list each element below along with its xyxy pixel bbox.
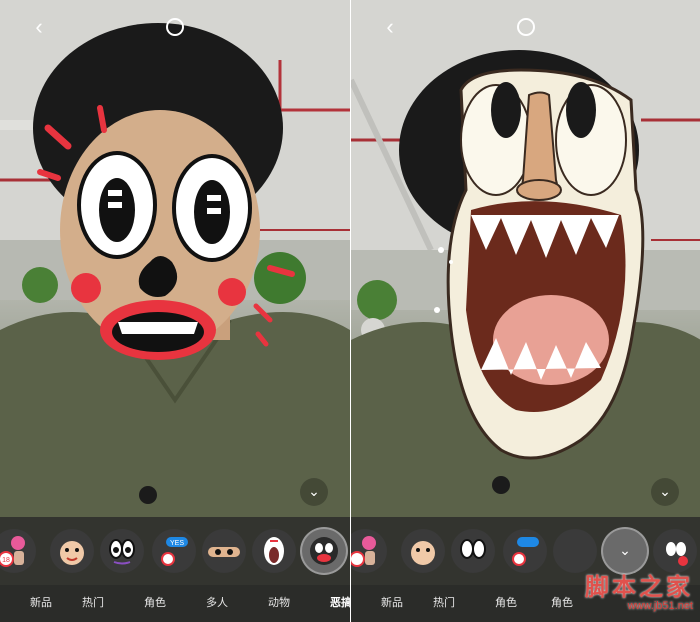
tab-prank[interactable]: 恶搞: [330, 595, 350, 611]
sticker-eyes-small[interactable]: [653, 529, 697, 573]
sticker-monster-selected[interactable]: ⌄: [603, 529, 647, 573]
sticker-eyes[interactable]: [451, 529, 495, 573]
tab-character[interactable]: 角色: [144, 595, 166, 611]
back-button[interactable]: ‹: [26, 14, 52, 40]
tab-character-duplicate[interactable]: 角色: [551, 595, 573, 611]
circle-icon: [517, 18, 535, 36]
back-button-right[interactable]: ‹: [377, 14, 403, 40]
sticker-eye-cover[interactable]: [202, 529, 246, 573]
sticker-cute-face[interactable]: [401, 529, 445, 573]
tab-new[interactable]: 新品: [381, 595, 403, 611]
collapse-panel-button-right[interactable]: ⌄: [651, 478, 679, 506]
app-root: ‹ ⌄ 18 YES 新品 热门 角色 多人 动物 恶搞 ‹ ⌄ ⌄ 新品 热门…: [0, 0, 700, 622]
chevron-left-icon: ‹: [35, 14, 43, 39]
tab-multi-person[interactable]: 多人: [206, 595, 228, 611]
chevron-down-icon: ⌄: [619, 543, 631, 559]
circle-icon: [166, 18, 184, 36]
sticker-18-plus[interactable]: 18: [0, 529, 36, 573]
sticker-carousel: 18 YES: [0, 517, 350, 585]
sticker-yes[interactable]: [503, 529, 547, 573]
sticker-18-plus[interactable]: [351, 529, 387, 573]
tab-character[interactable]: 角色: [495, 595, 517, 611]
watermark-url: www.jb51.net: [627, 600, 693, 612]
tab-animal[interactable]: 动物: [268, 595, 290, 611]
sticker-yes[interactable]: YES: [152, 529, 196, 573]
tab-hot[interactable]: 热门: [433, 595, 455, 611]
watermark: 脚本之家 www.jb51.net: [585, 574, 693, 612]
switch-camera-button-right[interactable]: [513, 14, 539, 40]
camera-preview-right: ‹ ⌄ ⌄ 新品 热门 角色 角色 脚本之家 www.jb51.net: [351, 0, 700, 622]
tab-hot[interactable]: 热门: [82, 595, 104, 611]
chevron-down-icon: ⌄: [659, 483, 671, 499]
sticker-blank[interactable]: [553, 529, 597, 573]
switch-camera-button[interactable]: [162, 14, 188, 40]
sticker-cartoon-face-selected[interactable]: [302, 529, 346, 573]
category-tabs: 新品 热门 角色 多人 动物 恶搞: [0, 585, 350, 622]
sticker-cute-face[interactable]: [50, 529, 94, 573]
chevron-left-icon: ‹: [386, 14, 394, 39]
collapse-panel-button[interactable]: ⌄: [300, 478, 328, 506]
watermark-title: 脚本之家: [585, 573, 693, 601]
sticker-eyes[interactable]: [100, 529, 144, 573]
badge-yes: YES: [170, 540, 184, 547]
chevron-down-icon: ⌄: [308, 483, 320, 499]
tab-new[interactable]: 新品: [30, 595, 52, 611]
sticker-scream[interactable]: [252, 529, 296, 573]
camera-preview-left: ‹ ⌄ 18 YES 新品 热门 角色 多人 动物 恶搞: [0, 0, 350, 622]
badge-18: 18: [2, 557, 10, 564]
